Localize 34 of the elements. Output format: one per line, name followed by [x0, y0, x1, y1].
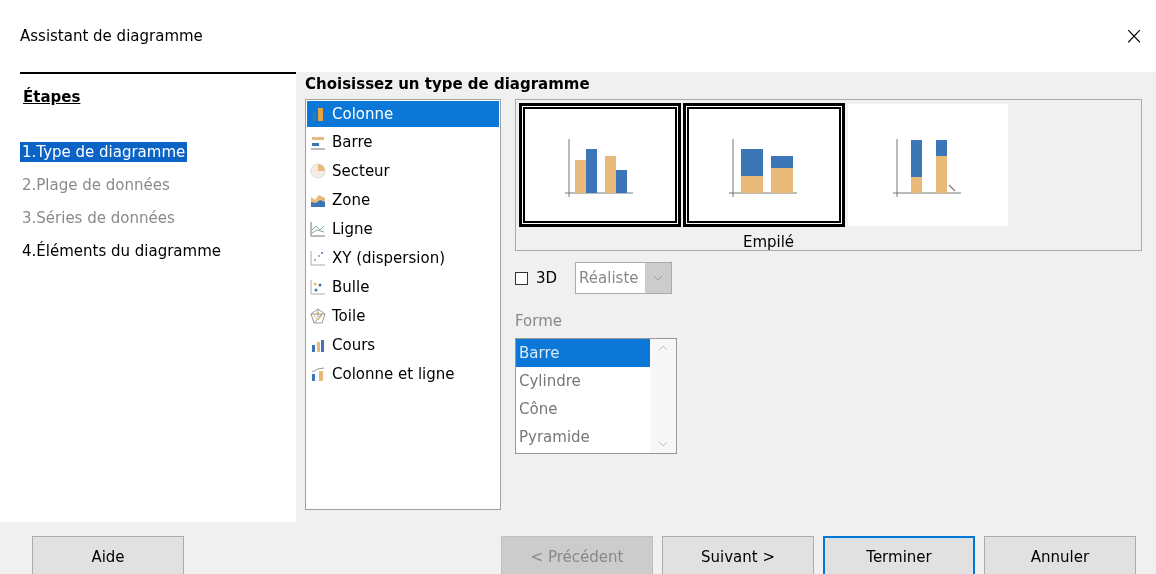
section-heading: Choisissez un type de diagramme [305, 75, 591, 93]
chart-type-icon [310, 307, 326, 324]
dialog-button[interactable]: Terminer [823, 536, 975, 574]
shape-label: Forme [515, 312, 563, 330]
chart-type-item[interactable]: Toile [307, 301, 499, 330]
dialog-button[interactable]: Annuler [984, 536, 1136, 574]
chart-type-item[interactable]: Ligne [307, 214, 499, 243]
chart-type-item[interactable]: Barre [307, 127, 499, 156]
dialog-button[interactable]: Suivant > [662, 536, 814, 574]
steps-heading: Étapes [23, 88, 81, 106]
chart-type-icon [310, 365, 326, 382]
chart-variant-tile[interactable] [848, 104, 1008, 226]
dialog-button[interactable]: Aide [32, 536, 184, 574]
chart-type-icon [310, 106, 326, 122]
chart-type-icon [310, 278, 326, 295]
chart-type-icon [310, 220, 326, 237]
3d-checkbox[interactable] [515, 271, 528, 285]
chart-type-item[interactable]: Bulle [307, 272, 499, 301]
chart-variant-tile[interactable] [684, 104, 844, 226]
window-title: Assistant de diagramme [20, 27, 203, 45]
chart-type-item[interactable]: Cours [307, 330, 499, 359]
step-item[interactable]: 4.Éléments du diagramme [20, 241, 223, 261]
chart-type-icon [310, 162, 326, 179]
chart-type-item[interactable]: Colonne et ligne [307, 359, 499, 388]
chart-type-item[interactable]: Zone [307, 185, 499, 214]
chart-type-item[interactable]: Secteur [307, 156, 499, 185]
chart-variant-tile[interactable] [520, 104, 680, 226]
chart-type-item[interactable]: XY (dispersion) [307, 243, 499, 272]
chart-type-item[interactable]: Colonne [307, 101, 499, 127]
3d-label: 3D [536, 269, 558, 287]
close-button[interactable]: × [1123, 22, 1144, 50]
chart-type-icon [310, 249, 326, 266]
variant-caption: Empilé [742, 233, 795, 251]
step-item[interactable]: 1.Type de diagramme [20, 142, 188, 162]
